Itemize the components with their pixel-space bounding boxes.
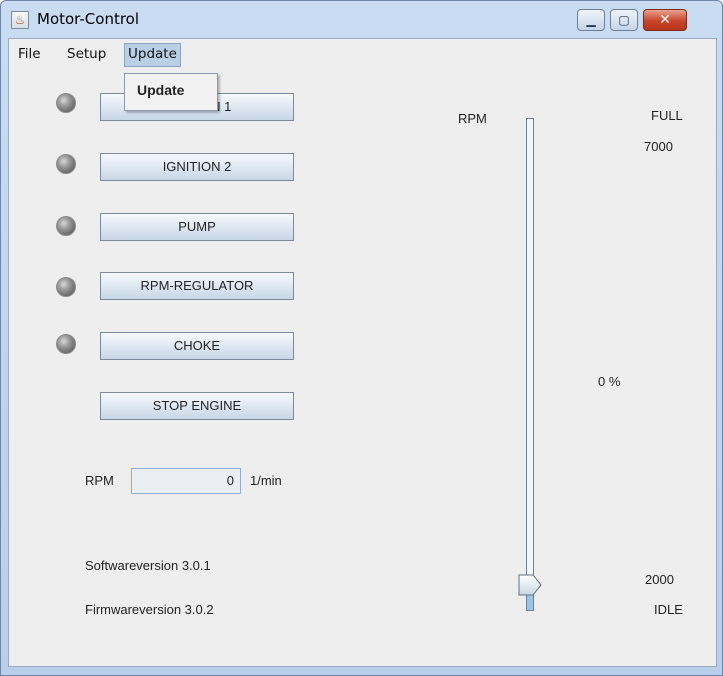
slider-max-value: 7000 [644,139,673,154]
menu-bar: File Setup Update [9,39,716,69]
pump-button[interactable]: PUMP [100,213,294,241]
slider-percent: 0 % [598,374,621,389]
rpm-unit: 1/min [250,473,282,488]
pump-indicator [56,216,76,236]
choke-indicator [56,334,76,354]
app-window: ♨ Motor-Control ▁ ▢ ✕ File Setup Update … [0,0,723,676]
window-title: Motor-Control [37,10,140,28]
rpm-value-field[interactable]: 0 [131,468,241,494]
menu-setup[interactable]: Setup [64,43,109,65]
stop-engine-button[interactable]: STOP ENGINE [100,392,294,420]
slider-top-label: FULL [651,108,683,123]
minimize-icon[interactable]: ▁ [577,9,605,31]
menu-update[interactable]: Update [124,43,181,67]
ignition1-indicator [56,93,76,113]
title-bar[interactable]: ♨ Motor-Control ▁ ▢ ✕ [1,1,722,37]
slider-bottom-label: IDLE [654,602,683,617]
ignition2-button[interactable]: IGNITION 2 [100,153,294,181]
rpm-slider-thumb[interactable] [518,574,542,596]
rpm-regulator-indicator [56,277,76,297]
java-icon: ♨ [11,11,29,29]
rpm-slider-track[interactable] [526,118,534,611]
ignition2-indicator [56,154,76,174]
rpm-label: RPM [85,473,114,488]
menu-file[interactable]: File [15,43,44,65]
choke-button[interactable]: CHOKE [100,332,294,360]
rpm-regulator-button[interactable]: RPM-REGULATOR [100,272,294,300]
slider-min-value: 2000 [645,572,674,587]
firmware-version: Firmwareversion 3.0.2 [85,602,214,617]
update-dropdown: Update [124,73,218,111]
client-area: File Setup Update Update IGNITION 1 IGNI… [8,38,717,667]
maximize-icon[interactable]: ▢ [610,9,638,31]
menu-item-update[interactable]: Update [137,82,184,98]
software-version: Softwareversion 3.0.1 [85,558,211,573]
slider-title: RPM [458,111,487,126]
close-icon[interactable]: ✕ [643,9,687,31]
